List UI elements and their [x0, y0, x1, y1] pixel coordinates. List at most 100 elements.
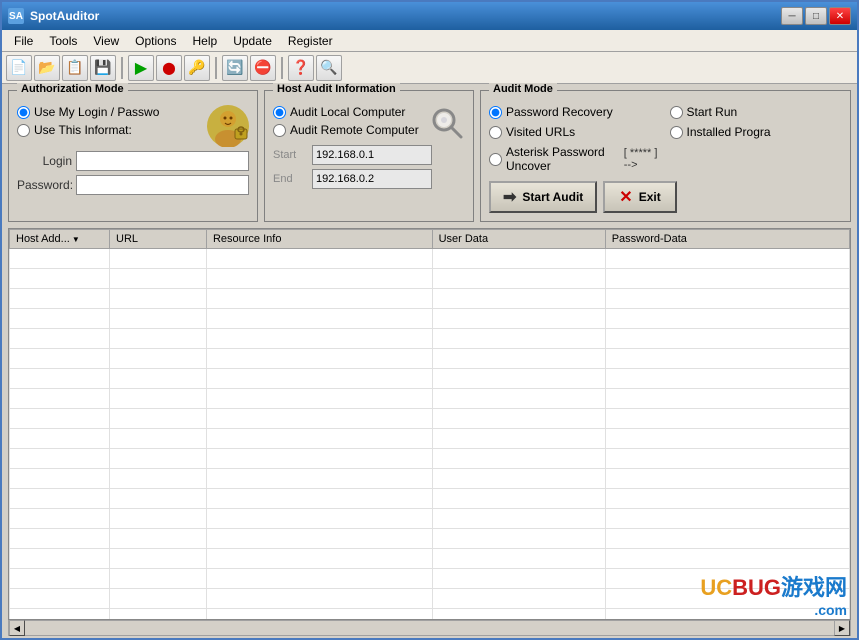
end-ip-row: End	[273, 169, 465, 189]
host-option2-row: Audit Remote Computer	[273, 123, 425, 137]
exit-label: Exit	[639, 190, 661, 204]
menu-bar: File Tools View Options Help Update Regi…	[2, 30, 857, 52]
audit-startrun-label: Start Run	[687, 105, 738, 119]
audit-option4-row: Installed Progra	[670, 125, 843, 139]
auth-option2-radio[interactable]	[17, 124, 30, 137]
start-audit-arrow-icon: ➡	[503, 187, 516, 207]
toolbar-stop[interactable]: ⬤	[156, 55, 182, 81]
auth-option2-row: Use This Informat:	[17, 123, 201, 137]
host-option2-radio[interactable]	[273, 124, 286, 137]
toolbar-open[interactable]: 📂	[34, 55, 60, 81]
table-row	[10, 269, 850, 289]
audit-actions: ➡ Start Audit ✕ Exit	[489, 181, 842, 213]
close-button[interactable]: ✕	[829, 7, 851, 25]
toolbar-block[interactable]: ⛔	[250, 55, 276, 81]
start-audit-button[interactable]: ➡ Start Audit	[489, 181, 597, 213]
menu-tools[interactable]: Tools	[41, 32, 85, 50]
table-body	[10, 249, 850, 621]
table-row	[10, 249, 850, 269]
table-row	[10, 469, 850, 489]
exit-button[interactable]: ✕ Exit	[603, 181, 676, 213]
horizontal-scrollbar[interactable]: ◀ ▶	[8, 620, 851, 636]
table-row	[10, 509, 850, 529]
toolbar-separator-3	[281, 57, 283, 79]
watermark: UCBUG游戏网 .com	[700, 570, 847, 618]
toolbar-refresh[interactable]: 🔄	[222, 55, 248, 81]
audit-password-radio[interactable]	[489, 106, 502, 119]
toolbar-help[interactable]: ❓	[288, 55, 314, 81]
toolbar-separator-1	[121, 57, 123, 79]
audit-grid: Password Recovery Start Run Visited URLs…	[489, 105, 842, 173]
audit-startrun-radio[interactable]	[670, 106, 683, 119]
menu-view[interactable]: View	[85, 32, 127, 50]
start-ip-row: Start	[273, 145, 465, 165]
asterisk-bracket: [ ***** ] -->	[624, 147, 662, 171]
col-host-addr[interactable]: Host Add... ▼	[10, 230, 110, 249]
auth-top: Use My Login / Passwo Use This Informat:	[17, 105, 249, 147]
maximize-button[interactable]: □	[805, 7, 827, 25]
auth-option1-radio[interactable]	[17, 106, 30, 119]
host-option1-label: Audit Local Computer	[290, 105, 405, 119]
audit-asterisk-label: Asterisk Password Uncover	[506, 145, 616, 173]
minimize-button[interactable]: ─	[781, 7, 803, 25]
table-row	[10, 409, 850, 429]
password-row: Password:	[17, 175, 249, 195]
menu-register[interactable]: Register	[280, 32, 341, 50]
password-input[interactable]	[76, 175, 249, 195]
login-label: Login	[17, 154, 72, 168]
scroll-right-button[interactable]: ▶	[834, 620, 850, 636]
col-host-dropdown-icon[interactable]: ▼	[72, 235, 80, 244]
menu-file[interactable]: File	[6, 32, 41, 50]
toolbar-save[interactable]: 💾	[90, 55, 116, 81]
audit-asterisk-radio[interactable]	[489, 153, 502, 166]
password-label: Password:	[17, 178, 72, 192]
toolbar-play[interactable]: ▶	[128, 55, 154, 81]
col-url-label: URL	[116, 233, 138, 245]
col-url: URL	[110, 230, 207, 249]
col-passworddata-label: Password-Data	[612, 233, 687, 245]
watermark-line1: UCBUG游戏网	[700, 575, 847, 600]
table-row	[10, 449, 850, 469]
col-userdata: User Data	[432, 230, 605, 249]
audit-programs-radio[interactable]	[670, 126, 683, 139]
table-row	[10, 369, 850, 389]
panels-row: Authorization Mode Use My Login / Passwo…	[8, 90, 851, 222]
menu-update[interactable]: Update	[225, 32, 280, 50]
col-passworddata: Password-Data	[605, 230, 849, 249]
data-table-container[interactable]: Host Add... ▼ URL Resource Info User Dat…	[8, 228, 851, 620]
audit-urls-label: Visited URLs	[506, 125, 575, 139]
toolbar-search[interactable]: 🔍	[316, 55, 342, 81]
login-input[interactable]	[76, 151, 249, 171]
toolbar-new[interactable]: 📄	[6, 55, 32, 81]
toolbar-key[interactable]: 🔑	[184, 55, 210, 81]
exit-x-icon: ✕	[619, 187, 632, 207]
watermark-uc: UC	[700, 575, 732, 600]
host-radios: Audit Local Computer Audit Remote Comput…	[273, 105, 425, 141]
audit-password-label: Password Recovery	[506, 105, 613, 119]
col-host-addr-label: Host Add...	[16, 233, 70, 245]
audit-mode-title: Audit Mode	[489, 83, 557, 95]
table-row	[10, 549, 850, 569]
audit-urls-radio[interactable]	[489, 126, 502, 139]
start-audit-label: Start Audit	[522, 190, 583, 204]
end-label: End	[273, 173, 308, 185]
menu-options[interactable]: Options	[127, 32, 184, 50]
menu-help[interactable]: Help	[185, 32, 226, 50]
magnifier-icon	[429, 105, 465, 141]
start-ip-input[interactable]	[312, 145, 432, 165]
table-row	[10, 309, 850, 329]
host-audit-title: Host Audit Information	[273, 83, 400, 95]
table-row	[10, 429, 850, 449]
avatar	[207, 105, 249, 147]
host-option1-radio[interactable]	[273, 106, 286, 119]
table-row	[10, 289, 850, 309]
scroll-left-button[interactable]: ◀	[9, 620, 25, 636]
watermark-bug: BUG	[732, 575, 781, 600]
audit-option1-row: Password Recovery	[489, 105, 662, 119]
end-ip-input[interactable]	[312, 169, 432, 189]
auth-mode-title: Authorization Mode	[17, 83, 128, 95]
watermark-chinese: 游戏网	[781, 575, 847, 600]
auth-option1-label: Use My Login / Passwo	[34, 105, 159, 119]
toolbar-copy[interactable]: 📋	[62, 55, 88, 81]
scroll-track[interactable]	[25, 621, 834, 635]
